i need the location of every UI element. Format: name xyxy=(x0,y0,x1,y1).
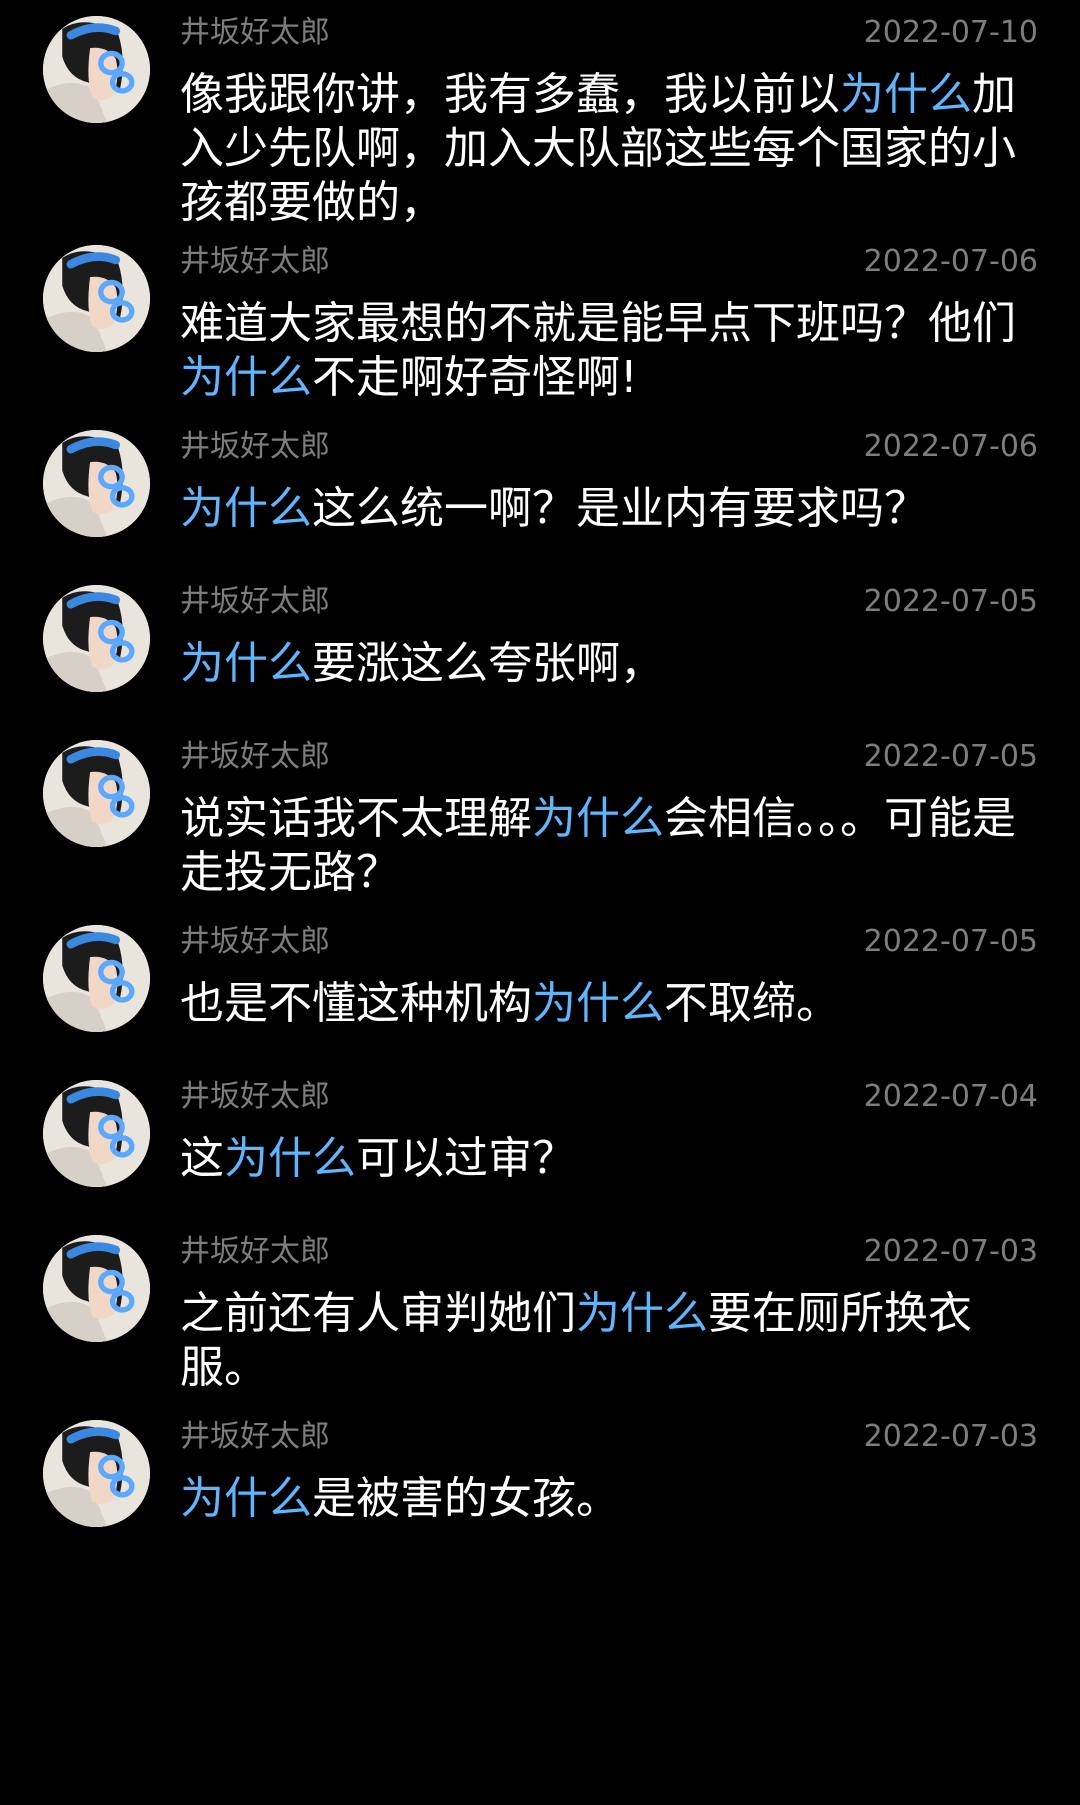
comment-text-segment: 不取缔。 xyxy=(664,978,840,1029)
comment-date: 2022-07-06 xyxy=(863,244,1038,279)
user-avatar-icon[interactable] xyxy=(43,16,150,123)
user-avatar-icon[interactable] xyxy=(43,245,150,352)
comment-text-segment: 是被害的女孩。 xyxy=(312,1473,620,1524)
username[interactable]: 井坂好太郎 xyxy=(180,245,330,279)
avatar-image xyxy=(43,740,150,847)
username[interactable]: 井坂好太郎 xyxy=(180,925,330,959)
user-avatar-icon[interactable] xyxy=(43,925,150,1032)
comment-text-segment: 像我跟你讲，我有多蠢，我以前以 xyxy=(180,69,840,120)
comment-text-segment: 说实话我不太理解 xyxy=(180,793,532,844)
avatar-image xyxy=(43,245,150,352)
highlighted-keyword: 为什么 xyxy=(576,1288,708,1339)
comment-text: 为什么是被害的女孩。 xyxy=(180,1472,1020,1526)
username[interactable]: 井坂好太郎 xyxy=(180,740,330,774)
comment-text-segment: 可以过审？ xyxy=(356,1133,576,1184)
avatar-image xyxy=(43,585,150,692)
highlighted-keyword: 为什么 xyxy=(180,483,312,534)
highlighted-keyword: 为什么 xyxy=(180,1473,312,1524)
user-avatar-icon[interactable] xyxy=(43,585,150,692)
user-avatar-icon[interactable] xyxy=(43,1080,150,1187)
comment-text: 也是不懂这种机构为什么不取缔。 xyxy=(180,977,1020,1031)
avatar-image xyxy=(43,925,150,1032)
comment-text: 说实话我不太理解为什么会相信。。。可能是走投无路？ xyxy=(180,792,1020,900)
comment-text-segment: 之前还有人审判她们 xyxy=(180,1288,576,1339)
comment-text-segment: 这 xyxy=(180,1133,224,1184)
highlighted-keyword: 为什么 xyxy=(532,978,664,1029)
highlighted-keyword: 为什么 xyxy=(532,793,664,844)
comment-text: 这为什么可以过审？ xyxy=(180,1132,1020,1186)
comment-date: 2022-07-03 xyxy=(863,1234,1038,1269)
comment-date: 2022-07-10 xyxy=(863,15,1038,50)
avatar-image xyxy=(43,1080,150,1187)
username[interactable]: 井坂好太郎 xyxy=(180,585,330,619)
avatar-image xyxy=(43,1420,150,1527)
comment-date: 2022-07-03 xyxy=(863,1419,1038,1454)
username[interactable]: 井坂好太郎 xyxy=(180,16,330,50)
highlighted-keyword: 为什么 xyxy=(224,1133,356,1184)
username[interactable]: 井坂好太郎 xyxy=(180,1080,330,1114)
username[interactable]: 井坂好太郎 xyxy=(180,1235,330,1269)
user-avatar-icon[interactable] xyxy=(43,1235,150,1342)
comment-text-segment: 也是不懂这种机构 xyxy=(180,978,532,1029)
user-avatar-icon[interactable] xyxy=(43,1420,150,1527)
username[interactable]: 井坂好太郎 xyxy=(180,1420,330,1454)
avatar-image xyxy=(43,1235,150,1342)
comment-date: 2022-07-06 xyxy=(863,429,1038,464)
comment-text: 之前还有人审判她们为什么要在厕所换衣服。 xyxy=(180,1287,1020,1395)
user-avatar-icon[interactable] xyxy=(43,740,150,847)
avatar-image xyxy=(43,16,150,123)
comment-text: 为什么要涨这么夸张啊， xyxy=(180,637,1020,691)
username[interactable]: 井坂好太郎 xyxy=(180,430,330,464)
avatar-image xyxy=(43,430,150,537)
comment-date: 2022-07-05 xyxy=(863,924,1038,959)
highlighted-keyword: 为什么 xyxy=(180,352,312,403)
comment-text-segment: 要涨这么夸张啊， xyxy=(312,638,664,689)
highlighted-keyword: 为什么 xyxy=(840,69,972,120)
comment-date: 2022-07-04 xyxy=(863,1079,1038,1114)
comment-text-segment: 这么统一啊？是业内有要求吗？ xyxy=(312,483,928,534)
comment-list: 井坂好太郎 2022-07-10 像我跟你讲，我有多蠢，我以前以为什么加入少先队… xyxy=(0,0,1080,1805)
comment-text-segment: 不走啊好奇怪啊! xyxy=(312,352,638,403)
comment-text: 像我跟你讲，我有多蠢，我以前以为什么加入少先队啊，加入大队部这些每个国家的小孩都… xyxy=(180,68,1020,230)
user-avatar-icon[interactable] xyxy=(43,430,150,537)
comment-text: 为什么这么统一啊？是业内有要求吗？ xyxy=(180,482,1020,536)
comment-date: 2022-07-05 xyxy=(863,739,1038,774)
comment-text: 难道大家最想的不就是能早点下班吗？他们为什么不走啊好奇怪啊! xyxy=(180,297,1020,405)
comment-date: 2022-07-05 xyxy=(863,584,1038,619)
comment-text-segment: 难道大家最想的不就是能早点下班吗？他们 xyxy=(180,298,1016,349)
highlighted-keyword: 为什么 xyxy=(180,638,312,689)
